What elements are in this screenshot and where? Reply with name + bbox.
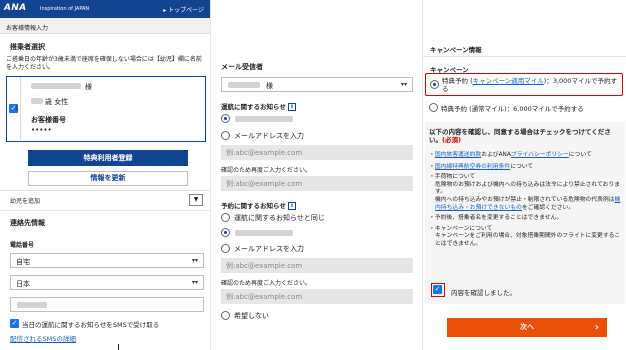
terms-item: ・国内旅客運送約款およびANAプライバシーポリシーについて [429,152,592,158]
info-icon[interactable]: i [287,202,296,210]
customer-number-label: お客様番号 [31,116,66,124]
campaign-option2-label: 特典予約 (通常マイル)：6,000マイルで予約する [441,105,584,113]
chevron-down-icon: ▾▾ [400,81,407,88]
passenger-age-gender: 歳 女性 [45,98,69,106]
campaign-option1-radio[interactable] [430,80,439,89]
chevron-down-icon: ▼ [193,196,199,203]
infant-note: ご搭乗日の年齢が3歳未満で座席を確保しない場合には【幼児】欄に名前を入力ください… [6,56,202,71]
customer-number-value: ••••• [31,126,52,134]
top-page-link[interactable]: ▸ トップページ [163,5,204,14]
no-email-label: 希望しない [234,312,269,320]
next-button-label: 次へ [520,323,534,331]
ops-email-confirm-input[interactable]: 例:abc@example.com [221,176,413,191]
update-info-button[interactable]: 情報を更新 [28,171,188,186]
screen: ANA Inspiration of JAPAN ▸ トップページ お客様情報入… [0,0,626,350]
booking-notice-label: 予約に関するお知らせ i [221,200,296,210]
email-recipient-select[interactable]: 様 ▾▾ [221,77,413,92]
tagline: Inspiration of JAPAN [40,6,90,12]
phone-label: 電話番号 [10,242,35,249]
passenger-name-suffix: 様 [85,83,92,91]
booking-email-input[interactable]: 例:abc@example.com [221,258,413,273]
ana-logo[interactable]: ANA [4,3,26,13]
ops-enter-email-label: メールアドレスを入力 [234,132,304,140]
phone-number-input[interactable] [10,297,204,312]
ops-confirm-label: 確認のため再度ご入力ください。 [221,167,312,174]
sms-checkbox[interactable]: ✓ [10,319,19,328]
phone-type-select[interactable]: 自宅 ▾▾ [10,253,204,268]
special-user-register-button[interactable]: 特典利用者登録 [28,150,188,166]
phone-country-select[interactable]: 日本 ▾▾ [10,275,204,290]
email-panel: メール受信者 様 ▾▾ 運航に関するお知らせ i メールアドレスを入力 例:abc… [210,0,423,350]
sms-details-link[interactable]: 配信されるSMSの詳細 [10,333,76,343]
next-button[interactable]: 次へ › [447,318,607,337]
email-recipient-title: メール受信者 [221,63,263,71]
terms-item: ・手荷物について [429,174,476,181]
sms-checkbox-label: 当日の運航に関するお知らせをSMSで受け取る [22,321,160,329]
add-infant-label: 幼児を追加 [10,198,41,205]
agree-checkbox[interactable]: ✓ [433,285,442,294]
chevron-down-icon: ▾▾ [191,257,198,264]
agree-label: 内容を確認しました。 [451,289,516,297]
text-cursor [118,344,119,350]
no-email-radio[interactable] [221,311,230,320]
required-mark: (必須) [442,136,461,144]
booking-same-radio[interactable] [221,213,230,222]
campaign-panel: キャンペーン情報 キャンペーン 特典予約 (キャンペーン適用マイル)：3,000… [423,0,626,350]
campaign-option1[interactable]: 特典予約 (キャンペーン適用マイル)：3,000マイルで予約する [425,73,623,96]
ops-enter-email-radio[interactable] [221,131,230,140]
campaign-header: キャンペーン情報 [430,46,482,54]
terms-item: 機内への持ち込みやお預けが禁止・制限されている危険物の代表例は機内持ち込み・お預… [435,196,621,211]
ops-email-saved-radio[interactable] [221,114,230,123]
passenger-card[interactable]: ✓ 1 様 歳 女性 お客様番号 ••••• [6,76,206,142]
campaign-option1-text: 特典予約 (キャンペーン適用マイル)：3,000マイルで予約する [442,77,617,93]
booking-enter-email-label: メールアドレスを入力 [234,245,304,253]
page-breadcrumb: お客様情報入力 [0,18,210,34]
booking-email-confirm-input[interactable]: 例:abc@example.com [221,289,413,304]
terms-heading: 以下の内容を確認し、同意する場合はチェックをつけてください。(必須) [429,128,611,144]
booking-same-label: 運航に関するお知らせと同じ [234,214,325,222]
chevron-down-icon: ▾▾ [191,279,198,286]
phone-type-value: 自宅 [16,258,30,266]
terms-item: キャンペーンをご利用の場合、対象搭乗期間外のフライトに変更することはできません。 [435,233,621,247]
site-header: ANA Inspiration of JAPAN ▸ トップページ [0,0,210,18]
terms-item: 危険物のお預けおよび機内への持ち込みは法令により禁止されております。 [435,181,621,196]
recipient-suffix: 様 [266,82,273,90]
terms-list: ・国内旅客運送約款およびANAプライバシーポリシーについて ・国内線特典航空券の… [429,152,623,249]
campaign-option2-radio[interactable] [429,103,438,112]
info-icon[interactable]: i [287,103,296,111]
booking-enter-email-radio[interactable] [221,244,230,253]
passenger-panel: ANA Inspiration of JAPAN ▸ トップページ お客様情報入… [0,0,210,350]
chevron-right-icon: › [594,322,599,333]
phone-country-value: 日本 [16,280,30,288]
contact-section-title: 連絡先情報 [10,219,45,227]
booking-email-saved-radio[interactable] [221,228,230,237]
ops-notice-label: 運航に関するお知らせ i [221,101,296,111]
passenger-index: 1 [15,105,19,112]
passenger-section-title: 搭乗者選択 [10,43,45,51]
booking-confirm-label: 確認のため再度ご入力ください。 [221,280,312,287]
terms-item: ・予約後、搭乗者名を変更することはできません。 [429,215,563,222]
agree-checkbox-frame: ✓ [431,283,445,297]
terms-item: ・国内線特典航空券の利用条件について [429,163,534,170]
add-infant-toggle[interactable]: ▼ [189,194,203,206]
ops-email-input[interactable]: 例:abc@example.com [221,145,413,160]
campaign-miles-link[interactable]: キャンペーン適用マイル [473,77,544,85]
